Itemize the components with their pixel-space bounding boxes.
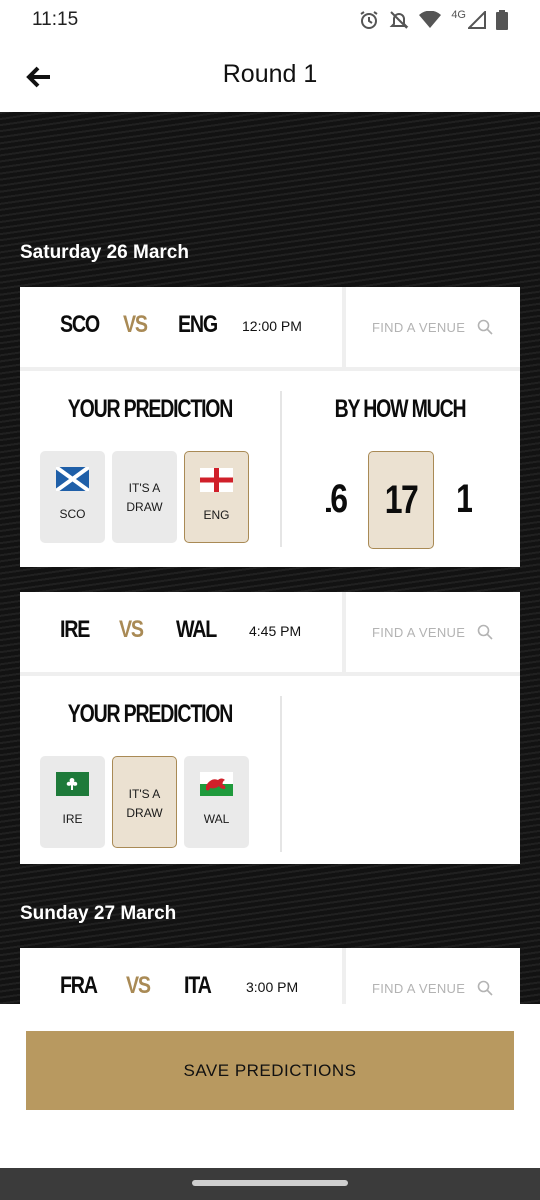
match-card: IRE VS WAL 4:45 PM FIND A VENUE YOUR PRE… <box>20 592 520 864</box>
find-venue-button[interactable]: FIND A VENUE <box>346 592 520 672</box>
predict-home-option[interactable]: IRE <box>40 756 105 848</box>
draw-line-1: IT'S A <box>128 481 161 495</box>
predict-home-option[interactable]: SCO <box>40 451 105 543</box>
draw-line-1: IT'S A <box>128 787 161 801</box>
wales-flag-icon <box>200 772 233 796</box>
alarm-icon <box>360 11 378 29</box>
kickoff-time: 3:00 PM <box>246 979 299 995</box>
signal-icon <box>468 11 486 29</box>
status-time: 11:15 <box>32 9 79 30</box>
date-heading: Sunday 27 March <box>20 903 177 924</box>
teams-cell: FRA VS ITA 3:00 PM <box>20 948 342 1004</box>
prediction-title: YOUR PREDICTION <box>67 700 234 728</box>
match-header: FRA VS ITA 3:00 PM FIND A VENUE <box>20 948 520 1004</box>
find-venue-label: FIND A VENUE <box>372 624 466 640</box>
status-bar: 11:15 4G <box>0 0 540 40</box>
notifications-off-icon <box>389 11 409 29</box>
margin-title: BY HOW MUCH <box>334 395 467 423</box>
find-venue-button[interactable]: FIND A VENUE <box>346 948 520 1004</box>
status-icons: 4G <box>359 9 508 30</box>
margin-selected-value[interactable]: 17 <box>368 451 434 549</box>
save-predictions-label: SAVE PREDICTIONS <box>183 1060 357 1080</box>
option-label: WAL <box>203 812 230 826</box>
divider <box>280 696 282 852</box>
home-gesture-handle[interactable] <box>192 1180 348 1186</box>
match-card: FRA VS ITA 3:00 PM FIND A VENUE <box>20 948 520 1004</box>
vs-label: VS <box>123 311 148 338</box>
vs-label: VS <box>119 616 144 643</box>
wifi-icon <box>419 11 442 28</box>
search-icon <box>477 624 493 640</box>
match-card: SCO VS ENG 12:00 PM FIND A VENUE YOUR PR… <box>20 287 520 567</box>
away-team: ITA <box>184 972 212 999</box>
prediction-panel: YOUR PREDICTION IRE IT'S A DRAW WAL <box>20 676 520 864</box>
system-nav-bar <box>0 1168 540 1200</box>
date-heading: Saturday 26 March <box>20 242 189 263</box>
predict-away-option[interactable]: ENG <box>184 451 249 543</box>
find-venue-label: FIND A VENUE <box>372 980 466 996</box>
ireland-rugby-flag-icon <box>56 772 89 796</box>
find-venue-label: FIND A VENUE <box>372 319 466 335</box>
home-team: IRE <box>60 616 90 643</box>
divider <box>280 391 282 547</box>
option-label: IT'S A DRAW <box>126 785 162 823</box>
predict-draw-option[interactable]: IT'S A DRAW <box>112 451 177 543</box>
kickoff-time: 4:45 PM <box>249 623 302 639</box>
england-flag-icon <box>200 468 233 492</box>
network-type: 4G <box>451 9 466 21</box>
margin-next-value[interactable]: 18 <box>456 477 472 522</box>
app-bar: Round 1 <box>0 40 540 112</box>
match-header: IRE VS WAL 4:45 PM FIND A VENUE <box>20 592 520 672</box>
option-label: ENG <box>203 508 230 522</box>
teams-cell: SCO VS ENG 12:00 PM <box>20 287 342 367</box>
search-icon <box>477 980 493 996</box>
home-team: FRA <box>60 972 98 999</box>
teams-cell: IRE VS WAL 4:45 PM <box>20 592 342 672</box>
predict-draw-option[interactable]: IT'S A DRAW <box>112 756 177 848</box>
kickoff-time: 12:00 PM <box>242 318 302 334</box>
home-team: SCO <box>60 311 100 338</box>
away-team: ENG <box>178 311 218 338</box>
page-title: Round 1 <box>222 60 318 88</box>
find-venue-button[interactable]: FIND A VENUE <box>346 287 520 367</box>
away-team: WAL <box>176 616 217 643</box>
vs-label: VS <box>126 972 151 999</box>
bottom-action-area: SAVE PREDICTIONS <box>0 1004 540 1168</box>
save-predictions-button[interactable]: SAVE PREDICTIONS <box>26 1031 514 1110</box>
option-label: IRE <box>62 812 83 826</box>
battery-icon <box>496 10 508 30</box>
prediction-panel: YOUR PREDICTION SCO IT'S A DRAW ENG BY HO… <box>20 371 520 567</box>
fixtures-list[interactable]: Saturday 26 March SCO VS ENG 12:00 PM FI… <box>0 112 540 1004</box>
match-header: SCO VS ENG 12:00 PM FIND A VENUE <box>20 287 520 367</box>
option-label: SCO <box>59 507 86 521</box>
draw-line-2: DRAW <box>126 500 163 514</box>
margin-selected-label: 17 <box>384 478 419 522</box>
margin-prev-value[interactable]: 16 <box>326 477 348 522</box>
scotland-flag-icon <box>56 467 89 491</box>
option-label: IT'S A DRAW <box>126 479 162 517</box>
predict-away-option[interactable]: WAL <box>184 756 249 848</box>
draw-line-2: DRAW <box>126 806 163 820</box>
search-icon <box>477 319 493 335</box>
prediction-title: YOUR PREDICTION <box>67 395 234 423</box>
